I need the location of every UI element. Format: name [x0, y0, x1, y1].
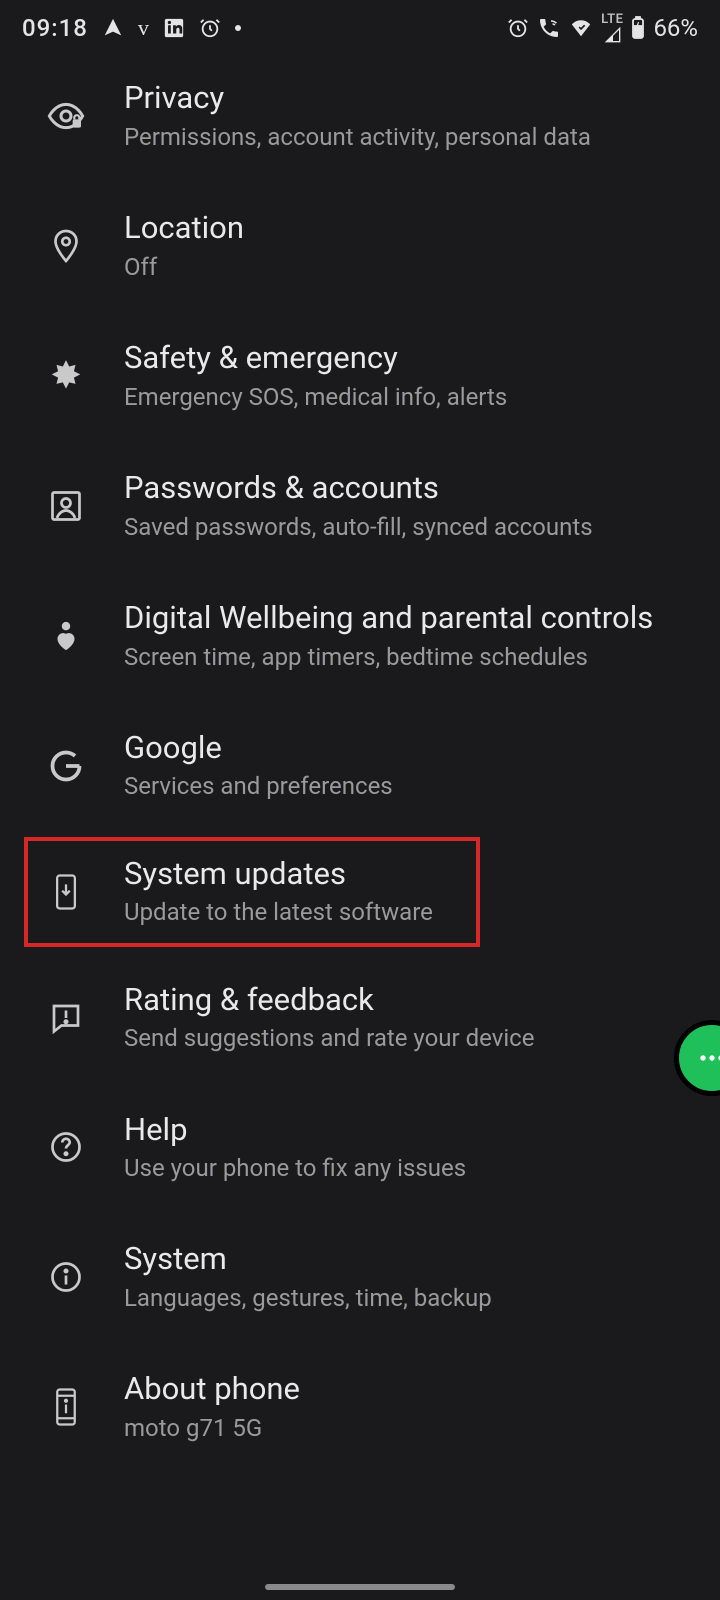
battery-icon — [631, 16, 645, 40]
settings-item-system-updates[interactable]: System updates Update to the latest soft… — [0, 831, 720, 953]
notification-dot-icon — [235, 25, 241, 31]
setting-title: Passwords & accounts — [124, 469, 696, 508]
setting-title: System — [124, 1240, 696, 1279]
setting-title: Location — [124, 209, 696, 248]
settings-list: Privacy Permissions, account activity, p… — [0, 51, 720, 1502]
update-icon — [44, 870, 88, 914]
alarm-set-icon — [507, 17, 529, 39]
settings-item-passwords[interactable]: Passwords & accounts Saved passwords, au… — [0, 441, 720, 571]
setting-subtitle: Use your phone to fix any issues — [124, 1153, 696, 1184]
settings-item-privacy[interactable]: Privacy Permissions, account activity, p… — [0, 51, 720, 181]
settings-item-location[interactable]: Location Off — [0, 181, 720, 311]
navigation-handle[interactable] — [265, 1584, 455, 1590]
more-icon — [698, 1053, 720, 1063]
setting-text: Location Off — [124, 209, 696, 283]
account-icon — [44, 484, 88, 528]
setting-title: Google — [124, 729, 696, 768]
setting-title: About phone — [124, 1370, 696, 1409]
setting-subtitle: Screen time, app timers, bedtime schedul… — [124, 642, 696, 673]
privacy-icon — [44, 94, 88, 138]
setting-text: Passwords & accounts Saved passwords, au… — [124, 469, 696, 543]
setting-text: About phone moto g71 5G — [124, 1370, 696, 1444]
emergency-icon — [44, 354, 88, 398]
setting-subtitle: Saved passwords, auto-fill, synced accou… — [124, 512, 696, 543]
status-left: 09:18 v — [22, 14, 241, 42]
info-icon — [44, 1255, 88, 1299]
battery-percent: 66% — [653, 14, 698, 42]
setting-text: Rating & feedback Send suggestions and r… — [124, 981, 696, 1055]
setting-subtitle: moto g71 5G — [124, 1413, 696, 1444]
setting-subtitle: Off — [124, 252, 696, 283]
setting-text: Help Use your phone to fix any issues — [124, 1111, 696, 1185]
google-icon — [44, 744, 88, 788]
wifi-icon — [569, 17, 593, 39]
feedback-icon — [44, 996, 88, 1040]
settings-item-about[interactable]: About phone moto g71 5G — [0, 1342, 720, 1472]
status-bar: 09:18 v LTE 66% — [0, 0, 720, 51]
app-v-icon: v — [138, 15, 149, 41]
settings-item-help[interactable]: Help Use your phone to fix any issues — [0, 1083, 720, 1213]
setting-text: Digital Wellbeing and parental controls … — [124, 599, 696, 673]
setting-title: Safety & emergency — [124, 339, 696, 378]
setting-title: Privacy — [124, 79, 696, 118]
settings-item-feedback[interactable]: Rating & feedback Send suggestions and r… — [0, 953, 720, 1083]
setting-text: System Languages, gestures, time, backup — [124, 1240, 696, 1314]
wifi-calling-icon — [537, 16, 561, 40]
settings-item-safety[interactable]: Safety & emergency Emergency SOS, medica… — [0, 311, 720, 441]
status-right: LTE 66% — [507, 12, 698, 43]
setting-text: Google Services and preferences — [124, 729, 696, 803]
status-time: 09:18 — [22, 14, 88, 42]
settings-item-google[interactable]: Google Services and preferences — [0, 701, 720, 831]
phone-info-icon — [44, 1385, 88, 1429]
signal-icon: LTE — [601, 12, 623, 43]
setting-subtitle: Emergency SOS, medical info, alerts — [124, 382, 696, 413]
linkedin-icon — [163, 17, 185, 39]
location-icon — [44, 224, 88, 268]
setting-text: System updates Update to the latest soft… — [124, 855, 696, 929]
wellbeing-icon — [44, 614, 88, 658]
setting-title: System updates — [124, 855, 696, 894]
setting-subtitle: Services and preferences — [124, 771, 696, 802]
help-icon — [44, 1125, 88, 1169]
setting-title: Rating & feedback — [124, 981, 696, 1020]
setting-text: Privacy Permissions, account activity, p… — [124, 79, 696, 153]
setting-subtitle: Languages, gestures, time, backup — [124, 1283, 696, 1314]
setting-subtitle: Update to the latest software — [124, 897, 696, 928]
setting-subtitle: Send suggestions and rate your device — [124, 1023, 696, 1054]
setting-title: Help — [124, 1111, 696, 1150]
alarm-icon — [199, 17, 221, 39]
settings-item-wellbeing[interactable]: Digital Wellbeing and parental controls … — [0, 571, 720, 701]
setting-text: Safety & emergency Emergency SOS, medica… — [124, 339, 696, 413]
setting-title: Digital Wellbeing and parental controls — [124, 599, 696, 638]
setting-subtitle: Permissions, account activity, personal … — [124, 122, 696, 153]
send-icon — [102, 17, 124, 39]
settings-item-system[interactable]: System Languages, gestures, time, backup — [0, 1212, 720, 1342]
